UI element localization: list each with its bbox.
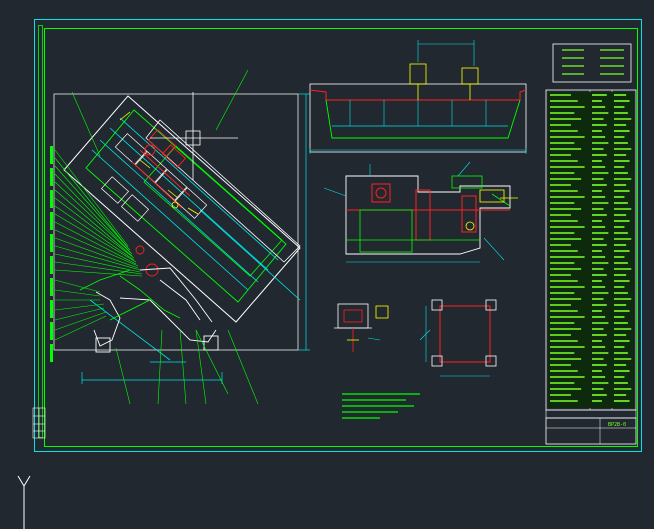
parts-list-table: BP2B-0 xyxy=(545,43,637,445)
leader-lines-left xyxy=(54,69,259,405)
detail-view-small xyxy=(334,303,389,352)
side-section-view xyxy=(323,161,518,263)
drawing-number: BP2B-0 xyxy=(608,422,626,428)
part-callouts-left xyxy=(50,146,53,362)
binding-margin xyxy=(38,25,43,438)
cad-drawing-canvas[interactable]: BP2B-0 xyxy=(0,0,654,529)
top-elevation-view xyxy=(309,40,527,154)
main-assembly-view xyxy=(53,92,310,384)
ucs-y-axis-icon xyxy=(17,475,31,529)
technical-notes xyxy=(342,393,420,419)
bolt-pattern-view xyxy=(419,299,497,377)
